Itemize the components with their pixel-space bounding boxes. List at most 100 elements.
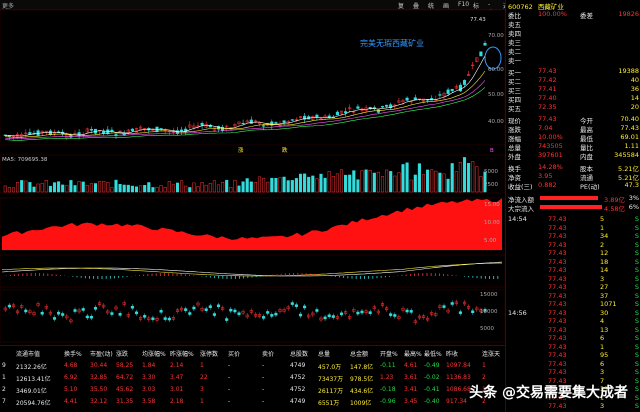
tick-row[interactable]: 77.43 6 S bbox=[508, 334, 639, 342]
osc-body bbox=[89, 315, 93, 319]
osc-body bbox=[85, 315, 89, 319]
table-row[interactable]: 9 2132.26亿 4.68 30.44 58.25 1.84 2.14 1 - - 4749 45… bbox=[0, 362, 505, 373]
osc-body bbox=[216, 304, 221, 308]
volume-bar bbox=[114, 179, 118, 193]
table-cell: 434.6亿 bbox=[350, 388, 374, 395]
table-header-cell[interactable]: 昨收 bbox=[446, 349, 458, 358]
volume-bar bbox=[467, 163, 471, 193]
volume-bar bbox=[462, 157, 467, 193]
table-header-cell[interactable]: 卖价 bbox=[262, 349, 274, 358]
candle-body bbox=[479, 51, 483, 57]
volume-bar bbox=[438, 172, 442, 193]
flow-row: 大宗流入 4.58亿 6% bbox=[508, 203, 639, 213]
table-cell: 26117万 bbox=[318, 388, 344, 395]
tick-row[interactable]: 77.43 1 S bbox=[508, 224, 639, 232]
tick-row[interactable]: 77.43 18 S bbox=[508, 258, 639, 266]
tick-price: 77.43 bbox=[548, 342, 567, 351]
candle-body bbox=[249, 119, 253, 124]
tick-volume: 4 bbox=[600, 317, 605, 325]
table-header-cell[interactable]: 市盈(动) bbox=[90, 349, 113, 358]
kline-chart-area[interactable]: 完美无瑕西藏矿业 77.43 MA5: 709695.38 70.00 60.0… bbox=[0, 9, 506, 345]
table-header-cell[interactable]: 最低% bbox=[424, 349, 442, 358]
quote-row: 卖三 bbox=[508, 37, 639, 47]
table-row[interactable]: 7 20594.76亿 4.41 32.12 31.35 3.58 2.18 1 - - 4749 6… bbox=[0, 398, 505, 409]
tick-volume: 6 bbox=[600, 334, 605, 342]
table-header-cell[interactable]: 连涨天 bbox=[482, 349, 500, 358]
table-cell: 1136.83 bbox=[446, 374, 471, 381]
table-row[interactable]: 1 12613.41亿 6.92 32.85 64.72 3.30 3.47 22 - - 4752… bbox=[0, 374, 505, 385]
table-header-cell[interactable]: 昨涨幅% bbox=[170, 349, 194, 358]
table-cell: 2132.26亿 bbox=[16, 364, 47, 371]
volume-bar bbox=[270, 177, 274, 193]
volume-bar bbox=[188, 187, 192, 193]
volume-bar bbox=[73, 185, 77, 193]
tick-row[interactable]: 77.43 6 S bbox=[508, 360, 639, 368]
table-header-cell[interactable]: 均涨幅% bbox=[142, 349, 166, 358]
table-cell: - bbox=[228, 374, 231, 381]
table-header-cell[interactable]: 涨跌 bbox=[116, 349, 128, 358]
menu-more[interactable]: 更多 bbox=[2, 1, 14, 10]
candle-body bbox=[282, 120, 286, 123]
tick-volume: 30 bbox=[600, 308, 609, 317]
tick-row[interactable]: 77.43 3 S bbox=[508, 368, 639, 376]
toolbar-button[interactable]: F10 bbox=[458, 1, 469, 8]
candle-body bbox=[290, 119, 294, 121]
table-cell: -0.96 bbox=[380, 398, 396, 405]
table-header-cell[interactable]: 总金额 bbox=[350, 349, 368, 358]
tick-row[interactable]: 14:56 77.43 30 S bbox=[508, 309, 639, 317]
price-label: 77.43 bbox=[470, 17, 486, 23]
tick-row[interactable]: 77.43 95 S bbox=[508, 351, 639, 359]
table-cell: 32.85 bbox=[90, 374, 108, 381]
table-header-cell[interactable]: 换手% bbox=[64, 349, 82, 358]
tick-row[interactable]: 77.43 3 S bbox=[508, 275, 639, 283]
candle-body bbox=[462, 80, 467, 85]
volume-bar bbox=[249, 181, 253, 193]
tick-side: S bbox=[634, 334, 639, 342]
table-header-cell[interactable]: 总量 bbox=[318, 349, 330, 358]
table-cell: 6.92 bbox=[64, 374, 78, 381]
table-header-cell[interactable]: 流通市值 bbox=[16, 349, 40, 358]
quote-row: 委比 100.00% 委差 19826 bbox=[508, 10, 639, 20]
tick-row[interactable]: 77.43 12 S bbox=[508, 249, 639, 257]
candle-body bbox=[180, 129, 184, 132]
table-header-cell[interactable]: 涨停数 bbox=[200, 349, 218, 358]
osc-body bbox=[331, 315, 335, 318]
tick-row[interactable]: 77.43 4 S bbox=[508, 317, 639, 325]
volume-bar bbox=[372, 172, 376, 193]
tick-row[interactable]: 77.43 37 S bbox=[508, 292, 639, 300]
tick-volume: 12 bbox=[600, 249, 609, 257]
ma-label: MA5: 709695.38 bbox=[2, 157, 48, 163]
tick-row[interactable]: 77.43 13 S bbox=[508, 326, 639, 334]
tick-row[interactable]: 77.43 27 S bbox=[508, 283, 639, 291]
quote-value: 77.42 bbox=[538, 76, 557, 84]
kline-chart-svg[interactable]: 完美无瑕西藏矿业 77.43 MA5: 709695.38 70.00 60.0… bbox=[0, 9, 506, 345]
osc-body bbox=[151, 317, 155, 320]
tick-row[interactable]: 77.43 1071 S bbox=[508, 300, 639, 308]
tick-row[interactable]: 77.43 2 S bbox=[508, 241, 639, 249]
tick-row[interactable]: 77.43 34 S bbox=[508, 232, 639, 240]
quote-value: 10.00% bbox=[538, 133, 563, 141]
table-cell: 2.14 bbox=[170, 362, 184, 369]
tick-row[interactable]: 77.43 14 S bbox=[508, 266, 639, 274]
table-header-cell[interactable]: 买价 bbox=[228, 349, 240, 358]
tick-volume: 34 bbox=[600, 232, 609, 240]
quote-row: 买五 72.35 20 bbox=[508, 103, 639, 113]
tick-row[interactable]: 77.43 1 S bbox=[508, 343, 639, 351]
tick-side: S bbox=[634, 368, 639, 376]
table-cell: 1 bbox=[200, 362, 204, 369]
tick-row[interactable]: 14:54 77.43 5 S bbox=[508, 215, 639, 223]
volume-bar bbox=[130, 185, 134, 193]
osc-body bbox=[208, 305, 212, 308]
tick-row[interactable]: 77.43 3 S bbox=[508, 402, 639, 410]
table-row[interactable]: 2 3469.01亿 5.10 35.50 45.62 3.03 3.01 3 - - 4752 26… bbox=[0, 386, 505, 397]
osc-body bbox=[389, 313, 393, 316]
table-header-cell[interactable]: 最高% bbox=[404, 349, 422, 358]
candle-body bbox=[110, 129, 114, 132]
table-header-cell[interactable]: 开盘% bbox=[380, 349, 398, 358]
osc-body bbox=[237, 312, 241, 315]
quote-value: 3.95 bbox=[538, 172, 553, 180]
table-header-cell[interactable]: 总股数 bbox=[290, 349, 308, 358]
quote-value2: 1.11 bbox=[624, 142, 639, 150]
tick-price: 77.43 bbox=[548, 232, 567, 240]
volume-bar bbox=[147, 182, 151, 193]
